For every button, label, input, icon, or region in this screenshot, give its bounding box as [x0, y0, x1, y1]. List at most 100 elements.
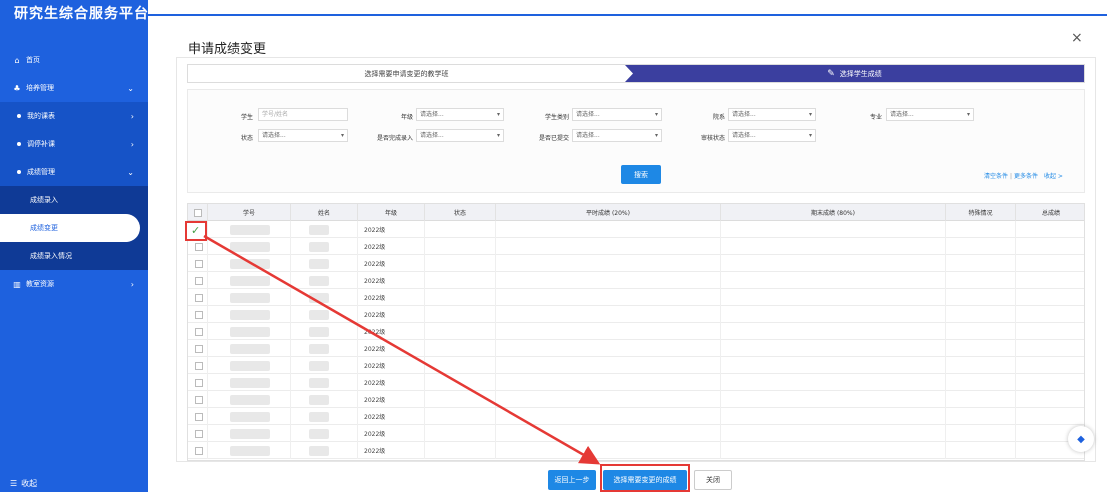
table-cell	[425, 408, 496, 425]
dept-select[interactable]: 请选择... ▾	[728, 108, 816, 121]
table-cell	[721, 408, 946, 425]
table-row[interactable]: 2022级	[188, 255, 1084, 272]
row-checkbox[interactable]	[195, 259, 203, 268]
row-checkbox[interactable]	[195, 293, 203, 302]
table-cell	[425, 289, 496, 306]
row-checkbox[interactable]	[195, 276, 203, 285]
grade-select[interactable]: 请选择... ▾	[416, 108, 504, 121]
header-name: 姓名	[291, 204, 358, 221]
review-label: 审核状态	[700, 135, 725, 142]
table-row[interactable]: 2022级	[188, 221, 1084, 238]
table-cell	[1016, 357, 1084, 374]
submitted-select[interactable]: 请选择... ▾	[572, 129, 662, 142]
step-select-class[interactable]: 选择需要申请变更的教学班	[188, 65, 625, 82]
header-grade: 年级	[358, 204, 425, 221]
table-row[interactable]: 2022级	[188, 357, 1084, 374]
row-checkbox-checked[interactable]: ✓	[185, 221, 207, 241]
review-select[interactable]: 请选择... ▾	[728, 129, 816, 142]
row-checkbox[interactable]	[195, 344, 203, 353]
table-row[interactable]: 2022级	[188, 340, 1084, 357]
row-checkbox[interactable]	[195, 310, 203, 319]
row-checkbox-cell	[188, 323, 208, 340]
redacted-text	[230, 327, 270, 337]
chevron-down-icon: ▾	[808, 111, 812, 118]
entered-label: 是否完成录入	[376, 135, 413, 142]
table-row[interactable]: 2022级	[188, 323, 1084, 340]
table-cell	[425, 272, 496, 289]
table-row[interactable]: 2022级	[188, 306, 1084, 323]
layers-icon[interactable]: ◆	[1068, 426, 1094, 452]
table-row[interactable]: 2022级	[188, 289, 1084, 306]
sidebar-item-label: 调停补课	[27, 140, 55, 148]
table-cell	[496, 323, 721, 340]
back-button[interactable]: 返回上一步	[548, 470, 596, 490]
student-type-select[interactable]: 请选择... ▾	[572, 108, 662, 121]
table-cell	[1016, 238, 1084, 255]
clear-filters-link[interactable]: 清空条件	[984, 173, 1008, 180]
select-all-checkbox[interactable]	[193, 208, 202, 217]
row-checkbox[interactable]	[195, 361, 203, 370]
sidebar-item-training[interactable]: ♣ 培养管理 ⌄	[0, 74, 148, 102]
sidebar-item-label: 成绩录入情况	[30, 252, 72, 260]
table-row[interactable]: 2022级	[188, 238, 1084, 255]
collapse-label: 收起	[21, 479, 38, 488]
sidebar-item-grade-entry-status[interactable]: 成绩录入情况	[0, 242, 148, 270]
sidebar-item-label: 成绩变更	[30, 224, 58, 232]
step-label: 选择学生成绩	[839, 69, 882, 78]
grade-cell: 2022级	[358, 221, 425, 238]
table-cell	[208, 221, 291, 238]
sidebar-collapse-button[interactable]: ☰ 收起	[10, 478, 37, 489]
entered-select[interactable]: 请选择... ▾	[416, 129, 504, 142]
grade-value: 2022级	[364, 380, 386, 387]
row-checkbox[interactable]	[195, 446, 203, 455]
row-checkbox-cell	[188, 442, 208, 459]
row-checkbox-cell	[188, 340, 208, 357]
chevron-down-icon: ▾	[654, 111, 658, 118]
table-row[interactable]: 2022级	[188, 442, 1084, 459]
row-checkbox[interactable]	[195, 429, 203, 438]
table-cell	[496, 340, 721, 357]
sidebar-item-my-courses[interactable]: 我的课表 ›	[0, 102, 148, 130]
select-grades-button[interactable]: 选择需要变更的成绩	[603, 470, 687, 490]
table-row[interactable]: 2022级	[188, 374, 1084, 391]
status-select[interactable]: 请选择... ▾	[258, 129, 348, 142]
table-cell	[425, 374, 496, 391]
table-cell	[1016, 323, 1084, 340]
student-input[interactable]: 学号/姓名	[258, 108, 348, 121]
table-cell	[208, 323, 291, 340]
sidebar-item-classroom[interactable]: ▥ 教室资源 ›	[0, 270, 148, 298]
row-checkbox[interactable]	[195, 242, 203, 251]
search-button[interactable]: 搜索	[621, 165, 661, 184]
step-indicator: 选择需要申请变更的教学班 ✎ 选择学生成绩	[187, 64, 1085, 83]
chevron-down-icon: ⌄	[127, 167, 134, 177]
collapse-filters-link[interactable]: 收起 >	[1044, 173, 1063, 180]
table-cell	[721, 272, 946, 289]
table-row[interactable]: 2022级	[188, 391, 1084, 408]
table-row[interactable]: 2022级	[188, 408, 1084, 425]
table-row[interactable]: 2022级	[188, 425, 1084, 442]
grade-value: 2022级	[364, 363, 386, 370]
grade-cell: 2022级	[358, 374, 425, 391]
grade-cell: 2022级	[358, 255, 425, 272]
table-row[interactable]: 2022级	[188, 272, 1084, 289]
major-select[interactable]: 请选择... ▾	[886, 108, 974, 121]
more-filters-link[interactable]: 更多条件	[1014, 173, 1038, 180]
close-icon[interactable]: ×	[1071, 30, 1083, 46]
row-checkbox[interactable]	[195, 327, 203, 336]
sidebar-item-grades[interactable]: 成绩管理 ⌄	[0, 158, 148, 186]
redacted-text	[309, 395, 329, 405]
close-button[interactable]: 关闭	[694, 470, 732, 490]
sidebar-item-home[interactable]: ⌂ 首页	[0, 46, 148, 74]
grade-cell: 2022级	[358, 272, 425, 289]
sidebar-item-grade-change[interactable]: 成绩变更	[0, 214, 140, 242]
row-checkbox[interactable]	[195, 395, 203, 404]
table-cell	[1016, 289, 1084, 306]
table-cell	[1016, 272, 1084, 289]
redacted-text	[230, 259, 270, 269]
table-cell	[425, 425, 496, 442]
row-checkbox[interactable]	[195, 412, 203, 421]
sidebar-item-retake[interactable]: 调停补课 ›	[0, 130, 148, 158]
row-checkbox-cell	[188, 306, 208, 323]
row-checkbox[interactable]	[195, 378, 203, 387]
sidebar-item-grade-entry[interactable]: 成绩录入	[0, 186, 148, 214]
